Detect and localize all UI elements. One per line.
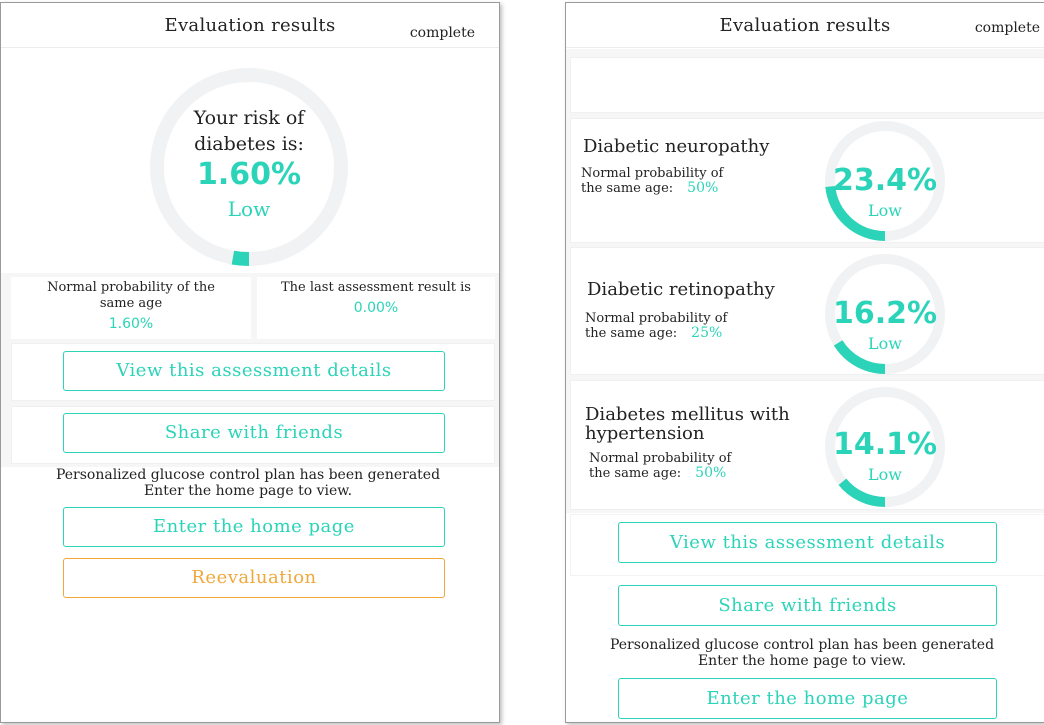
condition-normal-probability: Normal probability of the same age: 25% (585, 312, 735, 341)
condition-name: Diabetic neuropathy (583, 136, 770, 157)
view-details-button[interactable]: View this assessment details (618, 522, 997, 563)
condition-normal-probability: Normal probability of the same age: 50% (589, 452, 739, 481)
reevaluation-button[interactable]: Reevaluation (63, 558, 445, 598)
risk-label: Your risk of diabetes is: (139, 105, 359, 157)
normal-probability-label: Normal probability of the same age (47, 280, 215, 311)
plan-notice-line1: Personalized glucose control plan has be… (609, 637, 995, 653)
enter-home-button[interactable]: Enter the home page (618, 678, 997, 719)
condition-level: Low (868, 201, 902, 220)
condition-level: Low (868, 465, 902, 484)
condition-normal-probability: Normal probability of the same age: 50% (581, 167, 731, 196)
condition-name: Diabetes mellitus with hypertension (585, 404, 790, 444)
plan-notice-line2: Enter the home page to view. (143, 483, 353, 499)
risk-label-text: Your risk of diabetes is: (193, 107, 305, 155)
risk-ring-progress (231, 250, 250, 266)
share-button[interactable]: Share with friends (63, 413, 445, 453)
top-bar: Evaluation results complete (566, 3, 1044, 48)
empty-panel (570, 57, 1044, 113)
condition-percentage: 23.4% (832, 163, 938, 198)
condition-ring-progress (838, 478, 886, 507)
top-bar: Evaluation results complete (1, 3, 499, 48)
share-button[interactable]: Share with friends (618, 585, 997, 626)
last-assessment-box: The last assessment result is 0.00% (257, 277, 495, 339)
plan-notice-line2: Enter the home page to view. (697, 653, 907, 669)
condition-name: Diabetic retinopathy (587, 279, 775, 300)
plan-notice-line1: Personalized glucose control plan has be… (55, 467, 441, 483)
risk-ring: Your risk of diabetes is: 1.60% Low (139, 67, 359, 267)
plan-notice: Personalized glucose control plan has be… (566, 637, 1044, 669)
evaluation-screen-complications: Evaluation results complete Diabetic neu… (565, 2, 1044, 723)
condition-percentage: 14.1% (832, 427, 938, 462)
complete-button[interactable]: complete (410, 25, 475, 41)
normal-probability-value: 1.60% (108, 316, 154, 332)
condition-normal-value: 50% (695, 465, 727, 481)
last-assessment-label: The last assessment result is (281, 280, 471, 295)
condition-normal-value: 50% (687, 180, 719, 196)
condition-percentage: 16.2% (832, 296, 938, 331)
risk-level: Low (227, 197, 271, 221)
condition-card-retinopathy: Diabetic retinopathy Normal probability … (570, 247, 1044, 375)
risk-percentage: 1.60% (196, 157, 302, 192)
page-title: Evaluation results (719, 15, 891, 36)
enter-home-button[interactable]: Enter the home page (63, 507, 445, 547)
last-assessment-value: 0.00% (353, 300, 399, 316)
condition-card-neuropathy: Diabetic neuropathy Normal probability o… (570, 118, 1044, 243)
condition-level: Low (868, 334, 902, 353)
condition-card-hypertension: Diabetes mellitus with hypertension Norm… (570, 380, 1044, 510)
complete-button[interactable]: complete (975, 20, 1040, 36)
normal-probability-box: Normal probability of the same age 1.60% (11, 277, 251, 339)
view-details-button[interactable]: View this assessment details (63, 351, 445, 391)
plan-notice: Personalized glucose control plan has be… (1, 467, 499, 499)
condition-normal-value: 25% (691, 325, 723, 341)
evaluation-screen-diabetes-risk: Evaluation results complete Your risk of… (0, 2, 500, 723)
